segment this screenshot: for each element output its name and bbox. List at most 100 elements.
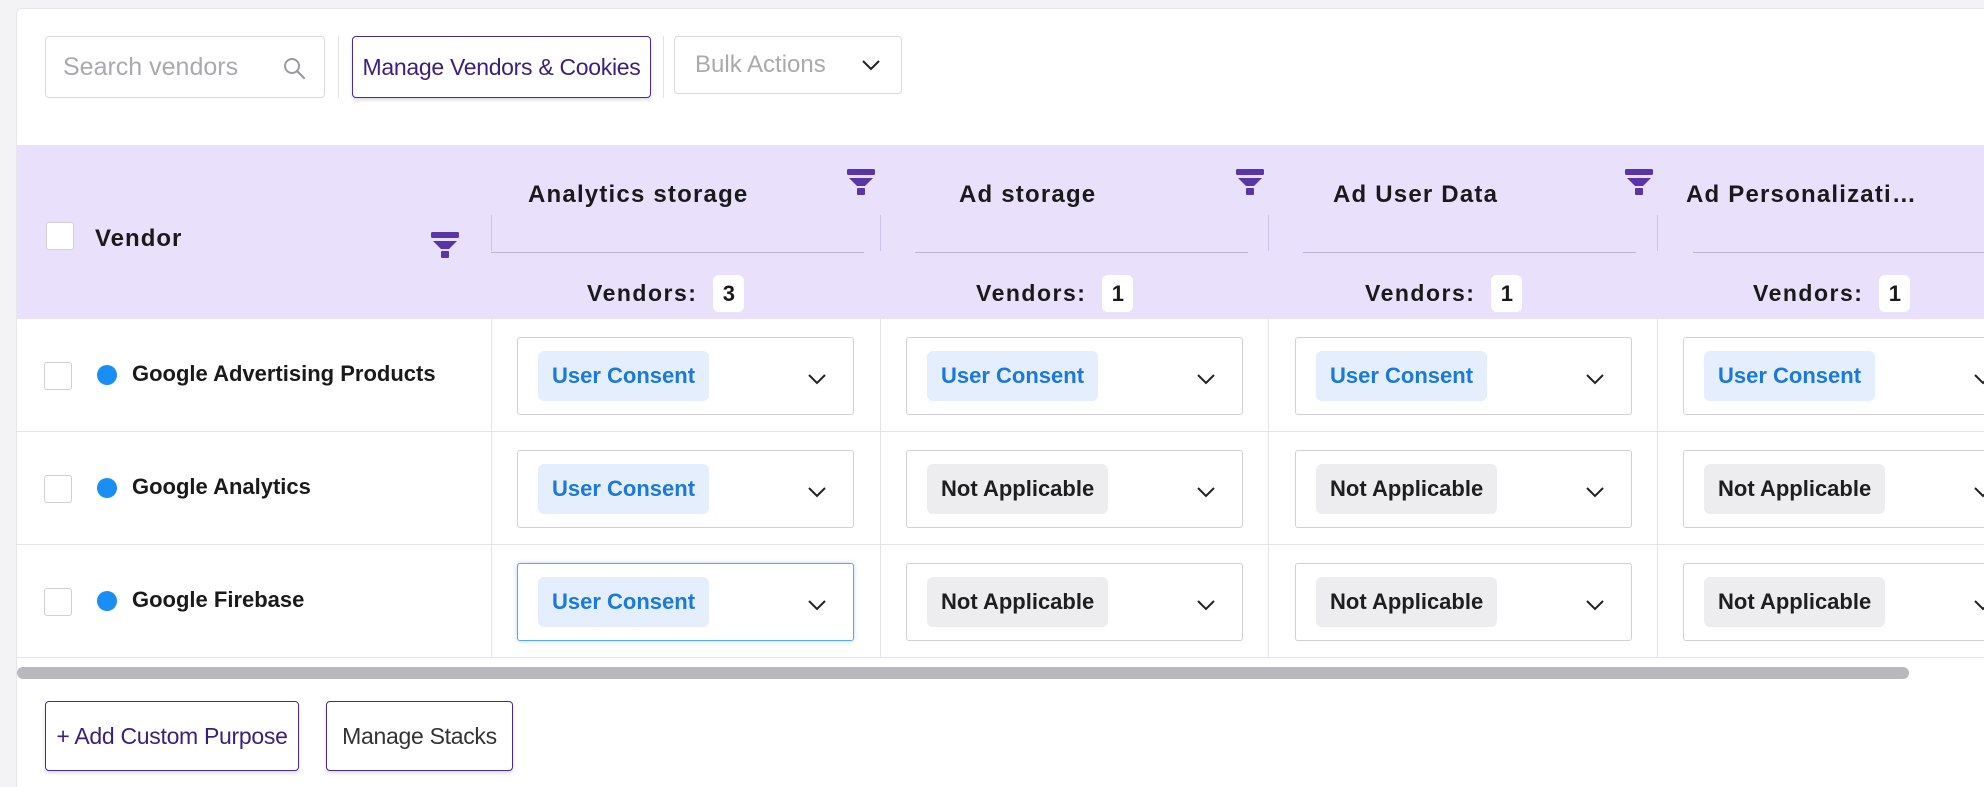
- consent-value: Not Applicable: [927, 577, 1109, 627]
- consent-value: Not Applicable: [1704, 464, 1886, 514]
- row-checkbox[interactable]: [44, 475, 72, 503]
- vendor-panel: Manage Vendors & Cookies Bulk Actions Ve…: [16, 8, 1984, 787]
- consent-value: Not Applicable: [1704, 577, 1886, 627]
- cell-divider: [491, 319, 492, 432]
- purposes-table: Vendor Analytics storage Vendors: 3 Ad s…: [17, 145, 1984, 679]
- table-row: Google Firebase User Consent Not Applica…: [17, 545, 1984, 658]
- chevron-down-icon: [1196, 482, 1216, 507]
- vendor-count: Vendors: 1: [1365, 275, 1523, 312]
- column-divider: [1268, 215, 1269, 251]
- header-rule: [491, 252, 864, 253]
- vendor-count: Vendors: 3: [587, 275, 745, 312]
- consent-select[interactable]: User Consent: [517, 563, 854, 641]
- filter-icon[interactable]: [847, 169, 875, 200]
- consent-value: User Consent: [1316, 351, 1488, 401]
- vendor-count-badge: 3: [713, 275, 745, 312]
- consent-select[interactable]: Not Applicable: [906, 450, 1243, 528]
- consent-select[interactable]: Not Applicable: [1683, 450, 1984, 528]
- consent-value: User Consent: [927, 351, 1099, 401]
- filter-icon[interactable]: [431, 232, 459, 263]
- chevron-down-icon: [1585, 369, 1605, 394]
- consent-value: User Consent: [538, 464, 710, 514]
- column-divider: [491, 215, 492, 251]
- row-checkbox[interactable]: [44, 362, 72, 390]
- vendors-label: Vendors:: [1753, 280, 1864, 306]
- cell-divider: [491, 432, 492, 545]
- cell-divider: [1268, 319, 1269, 432]
- search-icon[interactable]: [282, 56, 306, 85]
- horizontal-scrollbar[interactable]: [17, 667, 1909, 679]
- filter-icon[interactable]: [1625, 169, 1653, 200]
- search-box[interactable]: [45, 36, 325, 98]
- header-rule: [1693, 252, 1984, 253]
- vendor-count-badge: 1: [1879, 275, 1911, 312]
- chevron-down-icon: [807, 369, 827, 394]
- bulk-actions-label: Bulk Actions: [695, 51, 826, 78]
- column-header-ad-user-data: Ad User Data: [1333, 181, 1499, 208]
- bulk-actions-dropdown[interactable]: Bulk Actions: [674, 36, 902, 94]
- chevron-down-icon: [1196, 369, 1216, 394]
- cell-divider: [880, 319, 881, 432]
- column-divider: [880, 215, 881, 251]
- chevron-down-icon: [1973, 482, 1984, 507]
- cell-divider: [880, 432, 881, 545]
- manage-stacks-button[interactable]: Manage Stacks: [326, 701, 513, 771]
- consent-select[interactable]: User Consent: [1683, 337, 1984, 415]
- cell-divider: [1657, 319, 1658, 432]
- vendor-name: Google Firebase: [132, 587, 305, 612]
- chevron-down-icon: [807, 595, 827, 620]
- chevron-down-icon: [861, 54, 881, 82]
- select-all-checkbox[interactable]: [46, 222, 74, 250]
- cell-divider: [1657, 545, 1658, 658]
- chevron-down-icon: [1585, 482, 1605, 507]
- consent-select[interactable]: Not Applicable: [1683, 563, 1984, 641]
- consent-select[interactable]: User Consent: [517, 450, 854, 528]
- chevron-down-icon: [1585, 595, 1605, 620]
- toolbar-divider: [338, 36, 339, 98]
- table-header: Vendor Analytics storage Vendors: 3 Ad s…: [17, 145, 1984, 319]
- cell-divider: [1268, 545, 1269, 658]
- consent-select[interactable]: User Consent: [906, 337, 1243, 415]
- header-rule: [1303, 252, 1636, 253]
- vendor-status-dot: [97, 591, 117, 611]
- column-header-ad-personalization: Ad Personalizati…: [1686, 181, 1918, 208]
- chevron-down-icon: [1196, 595, 1216, 620]
- vendor-status-dot: [97, 478, 117, 498]
- chevron-down-icon: [807, 482, 827, 507]
- add-custom-purpose-button[interactable]: + Add Custom Purpose: [45, 701, 299, 771]
- vendor-name: Google Advertising Products: [132, 361, 436, 386]
- consent-select[interactable]: Not Applicable: [1295, 450, 1632, 528]
- vendor-count: Vendors: 1: [976, 275, 1134, 312]
- cell-divider: [491, 545, 492, 658]
- filter-icon[interactable]: [1236, 169, 1264, 200]
- consent-value: Not Applicable: [927, 464, 1109, 514]
- vendors-label: Vendors:: [976, 280, 1087, 306]
- header-rule: [915, 252, 1248, 253]
- consent-value: User Consent: [1704, 351, 1876, 401]
- vendor-status-dot: [97, 365, 117, 385]
- cell-divider: [1657, 432, 1658, 545]
- table-row: Google Advertising Products User Consent…: [17, 319, 1984, 432]
- row-checkbox[interactable]: [44, 588, 72, 616]
- manage-vendors-cookies-button[interactable]: Manage Vendors & Cookies: [352, 36, 651, 98]
- search-input[interactable]: [63, 52, 273, 82]
- vendor-column-header: Vendor: [95, 225, 183, 252]
- chevron-down-icon: [1973, 595, 1984, 620]
- vendor-count: Vendors: 1: [1753, 275, 1911, 312]
- consent-value: Not Applicable: [1316, 464, 1498, 514]
- consent-select[interactable]: User Consent: [517, 337, 854, 415]
- consent-select[interactable]: Not Applicable: [906, 563, 1243, 641]
- consent-select[interactable]: Not Applicable: [1295, 563, 1632, 641]
- vendors-label: Vendors:: [1365, 280, 1476, 306]
- consent-select[interactable]: User Consent: [1295, 337, 1632, 415]
- consent-value: Not Applicable: [1316, 577, 1498, 627]
- consent-value: User Consent: [538, 577, 710, 627]
- vendor-count-badge: 1: [1491, 275, 1523, 312]
- column-header-ad-storage: Ad storage: [959, 181, 1097, 208]
- column-divider: [1657, 215, 1658, 251]
- consent-value: User Consent: [538, 351, 710, 401]
- chevron-down-icon: [1973, 369, 1984, 394]
- table-row: Google Analytics User Consent Not Applic…: [17, 432, 1984, 545]
- cell-divider: [880, 545, 881, 658]
- cell-divider: [1268, 432, 1269, 545]
